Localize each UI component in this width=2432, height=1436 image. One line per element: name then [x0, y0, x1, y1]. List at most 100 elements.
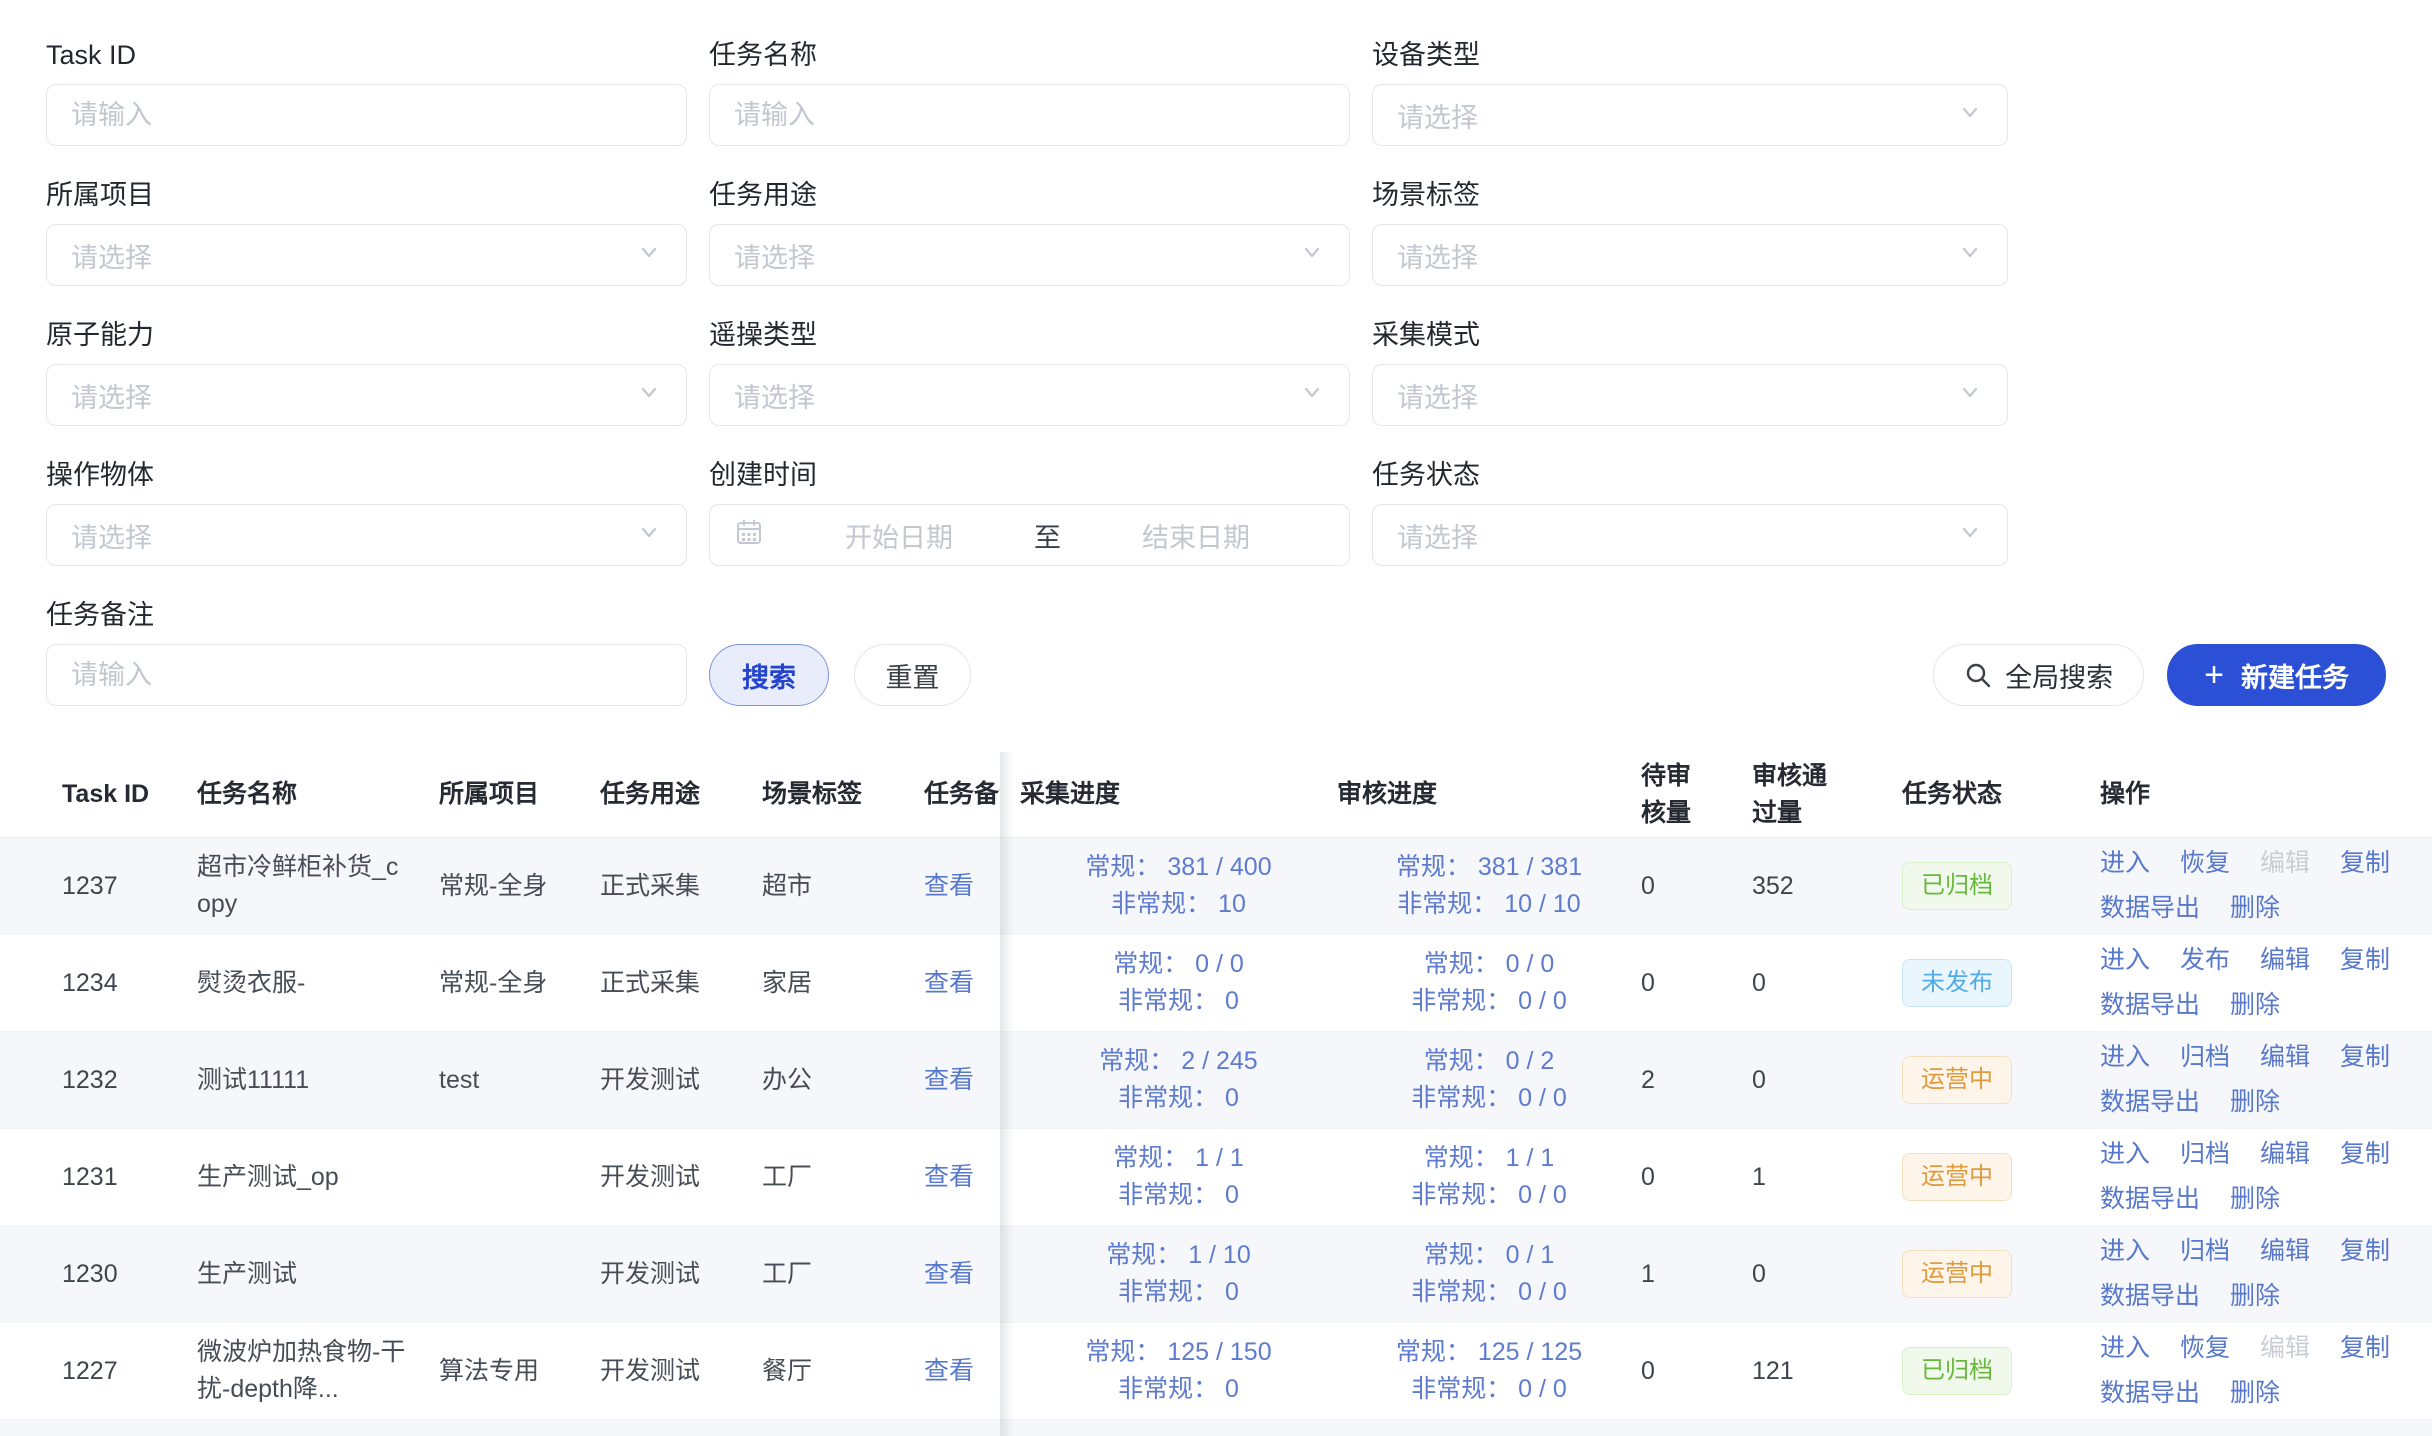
action-数据导出[interactable]: 数据导出 — [2100, 1375, 2200, 1412]
cell-task-remark: 查看 — [924, 838, 1000, 934]
action-复制[interactable]: 复制 — [2340, 845, 2390, 882]
create-time-range-picker[interactable]: 开始日期至结束日期 — [709, 504, 1350, 566]
chevron-down-icon — [636, 379, 662, 412]
field-label-create-time: 创建时间 — [709, 458, 1350, 492]
action-编辑[interactable]: 编辑 — [2260, 942, 2310, 979]
global-search-button[interactable]: 全局搜索 — [1933, 644, 2144, 706]
action-归档[interactable]: 归档 — [2180, 1136, 2230, 1173]
select-placeholder: 请选择 — [1397, 96, 1957, 135]
cell-task-status: 未发布 — [1902, 935, 2100, 1031]
cell-pending-review-count: 1 — [1641, 1226, 1752, 1322]
cell-review-progress: 常规： 381 / 381非常规： 10 / 10 — [1337, 838, 1641, 934]
new-task-button[interactable]: + 新建任务 — [2167, 644, 2386, 706]
action-复制[interactable]: 复制 — [2340, 1039, 2390, 1076]
action-links: 进入恢复编辑复制数据导出删除 — [2100, 1330, 2390, 1412]
action-进入[interactable]: 进入 — [2100, 1136, 2150, 1173]
action-line: 进入恢复编辑复制 — [2100, 845, 2390, 882]
task-name-input[interactable] — [709, 84, 1350, 146]
action-恢复[interactable]: 恢复 — [2180, 845, 2230, 882]
collect-progress-line: 常规： 2 / 245 — [1099, 1043, 1257, 1080]
action-进入[interactable]: 进入 — [2100, 845, 2150, 882]
view-remark-link[interactable]: 查看 — [924, 1353, 974, 1390]
status-badge: 运营中 — [1902, 1250, 2012, 1298]
date-range-separator: 至 — [1028, 516, 1067, 555]
action-进入[interactable]: 进入 — [2100, 1330, 2150, 1367]
action-复制[interactable]: 复制 — [2340, 942, 2390, 979]
action-数据导出[interactable]: 数据导出 — [2100, 1181, 2200, 1218]
action-数据导出[interactable]: 数据导出 — [2100, 987, 2200, 1024]
cell-collect-progress: 常规： 2 / 245非常规： 0 — [1000, 1032, 1337, 1128]
collect-mode-select[interactable]: 请选择 — [1372, 364, 2008, 426]
table-row: 1232测试11111test开发测试办公查看常规： 2 / 245非常规： 0… — [0, 1032, 2432, 1129]
scene-tag-select[interactable]: 请选择 — [1372, 224, 2008, 286]
reset-button[interactable]: 重置 — [854, 644, 971, 706]
cell-review-approved-count: 121 — [1752, 1323, 1902, 1419]
action-line: 进入恢复编辑复制 — [2100, 1330, 2390, 1367]
action-删除[interactable]: 删除 — [2230, 1375, 2280, 1412]
view-remark-link[interactable]: 查看 — [924, 965, 974, 1002]
teleop-type-select[interactable]: 请选择 — [709, 364, 1350, 426]
action-数据导出[interactable]: 数据导出 — [2100, 890, 2200, 927]
review-progress-line: 常规： 0 / 2 — [1424, 1043, 1555, 1080]
cell-purpose: 开发测试 — [600, 1032, 762, 1128]
action-复制[interactable]: 复制 — [2340, 1136, 2390, 1173]
select-placeholder: 请选择 — [734, 376, 1299, 415]
field-label-atomic-ability: 原子能力 — [46, 318, 687, 352]
task-status-select[interactable]: 请选择 — [1372, 504, 2008, 566]
header-col-scene-tag: 场景标签 — [762, 752, 924, 837]
action-删除[interactable]: 删除 — [2230, 890, 2280, 927]
cell-pending-review-count: 0 — [1641, 1129, 1752, 1225]
task-name-text: 熨烫衣服- — [197, 965, 305, 1002]
review-progress-line: 常规： 0 / 1 — [1424, 1237, 1555, 1274]
action-links: 进入归档编辑复制数据导出删除 — [2100, 1233, 2390, 1315]
search-button[interactable]: 搜索 — [709, 644, 829, 706]
cell-review-approved-count: 0 — [1752, 935, 1902, 1031]
device-type-select[interactable]: 请选择 — [1372, 84, 2008, 146]
action-复制[interactable]: 复制 — [2340, 1330, 2390, 1367]
field-atomic-ability: 原子能力请选择 — [46, 318, 687, 426]
action-删除[interactable]: 删除 — [2230, 1278, 2280, 1315]
action-复制[interactable]: 复制 — [2340, 1233, 2390, 1270]
view-remark-link[interactable]: 查看 — [924, 1256, 974, 1293]
cell-collect-progress: 常规： 381 / 400非常规： 10 — [1000, 838, 1337, 934]
action-删除[interactable]: 删除 — [2230, 1084, 2280, 1121]
operate-object-select[interactable]: 请选择 — [46, 504, 687, 566]
action-归档[interactable]: 归档 — [2180, 1233, 2230, 1270]
action-编辑[interactable]: 编辑 — [2260, 1136, 2310, 1173]
review-progress-line: 非常规： 0 / 0 — [1411, 1371, 1567, 1408]
action-归档[interactable]: 归档 — [2180, 1039, 2230, 1076]
action-进入[interactable]: 进入 — [2100, 1233, 2150, 1270]
cell-purpose: 开发测试 — [600, 1323, 762, 1419]
status-badge: 运营中 — [1902, 1153, 2012, 1201]
action-进入[interactable]: 进入 — [2100, 1039, 2150, 1076]
action-删除[interactable]: 删除 — [2230, 987, 2280, 1024]
filter-panel: Task ID任务名称设备类型请选择所属项目请选择任务用途请选择场景标签请选择原… — [0, 0, 2432, 706]
action-数据导出[interactable]: 数据导出 — [2100, 1084, 2200, 1121]
cell-scene-tag: 家居 — [762, 935, 924, 1031]
action-发布[interactable]: 发布 — [2180, 942, 2230, 979]
project-select[interactable]: 请选择 — [46, 224, 687, 286]
cell-collect-progress: 常规： 125 / 150非常规： 0 — [1000, 1323, 1337, 1419]
action-恢复[interactable]: 恢复 — [2180, 1330, 2230, 1367]
action-删除[interactable]: 删除 — [2230, 1181, 2280, 1218]
cell-review-approved-count: 1 — [1752, 1129, 1902, 1225]
view-remark-link[interactable]: 查看 — [924, 1159, 974, 1196]
action-编辑[interactable]: 编辑 — [2260, 1039, 2310, 1076]
view-remark-link[interactable]: 查看 — [924, 868, 974, 905]
action-进入[interactable]: 进入 — [2100, 942, 2150, 979]
task-id-input[interactable] — [46, 84, 687, 146]
action-数据导出[interactable]: 数据导出 — [2100, 1278, 2200, 1315]
atomic-ability-select[interactable]: 请选择 — [46, 364, 687, 426]
toolbar-right: 全局搜索 + 新建任务 — [1933, 644, 2386, 706]
task-purpose-select[interactable]: 请选择 — [709, 224, 1350, 286]
action-编辑[interactable]: 编辑 — [2260, 1233, 2310, 1270]
field-label-operate-object: 操作物体 — [46, 458, 687, 492]
review-progress-line: 非常规： 0 / 0 — [1411, 1177, 1567, 1214]
task-remark-input[interactable] — [46, 644, 687, 706]
project-text: 算法专用 — [439, 1353, 539, 1390]
cell-scene-tag: 办公 — [762, 1032, 924, 1128]
view-remark-link[interactable]: 查看 — [924, 1062, 974, 1099]
action-编辑-disabled: 编辑 — [2260, 845, 2310, 882]
select-placeholder: 请选择 — [1397, 516, 1957, 555]
filter-last-row: 任务备注 搜索 重置 全局搜索 + 新建任务 — [46, 598, 2386, 706]
